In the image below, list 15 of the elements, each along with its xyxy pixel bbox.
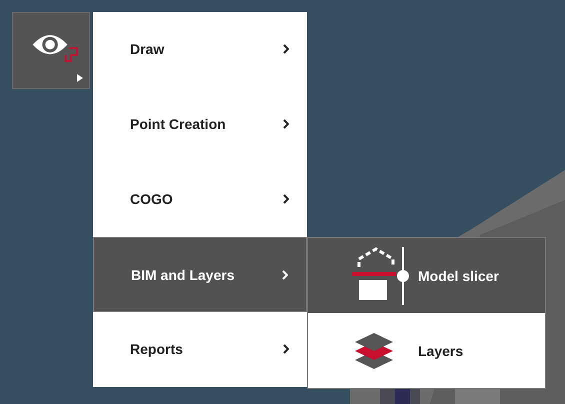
menu-item[interactable]: Reports (93, 312, 307, 387)
chevron-right-icon (283, 119, 289, 129)
menu-item[interactable]: Draw (93, 12, 307, 87)
submenu-item[interactable]: Layers (308, 313, 545, 388)
model-slicer-icon (352, 246, 410, 304)
submenu-item[interactable]: Model slicer (308, 238, 545, 313)
menu-item[interactable]: Point Creation (93, 87, 307, 162)
menu-item[interactable]: COGO (93, 162, 307, 237)
menu-item[interactable]: BIM and Layers (93, 237, 307, 312)
chevron-right-icon (283, 194, 289, 204)
chevron-right-icon (282, 270, 288, 280)
chevron-right-icon (283, 344, 289, 354)
view-tool-button[interactable] (12, 12, 90, 89)
chevron-right-icon (283, 44, 289, 54)
dropdown-triangle-icon (77, 74, 83, 82)
